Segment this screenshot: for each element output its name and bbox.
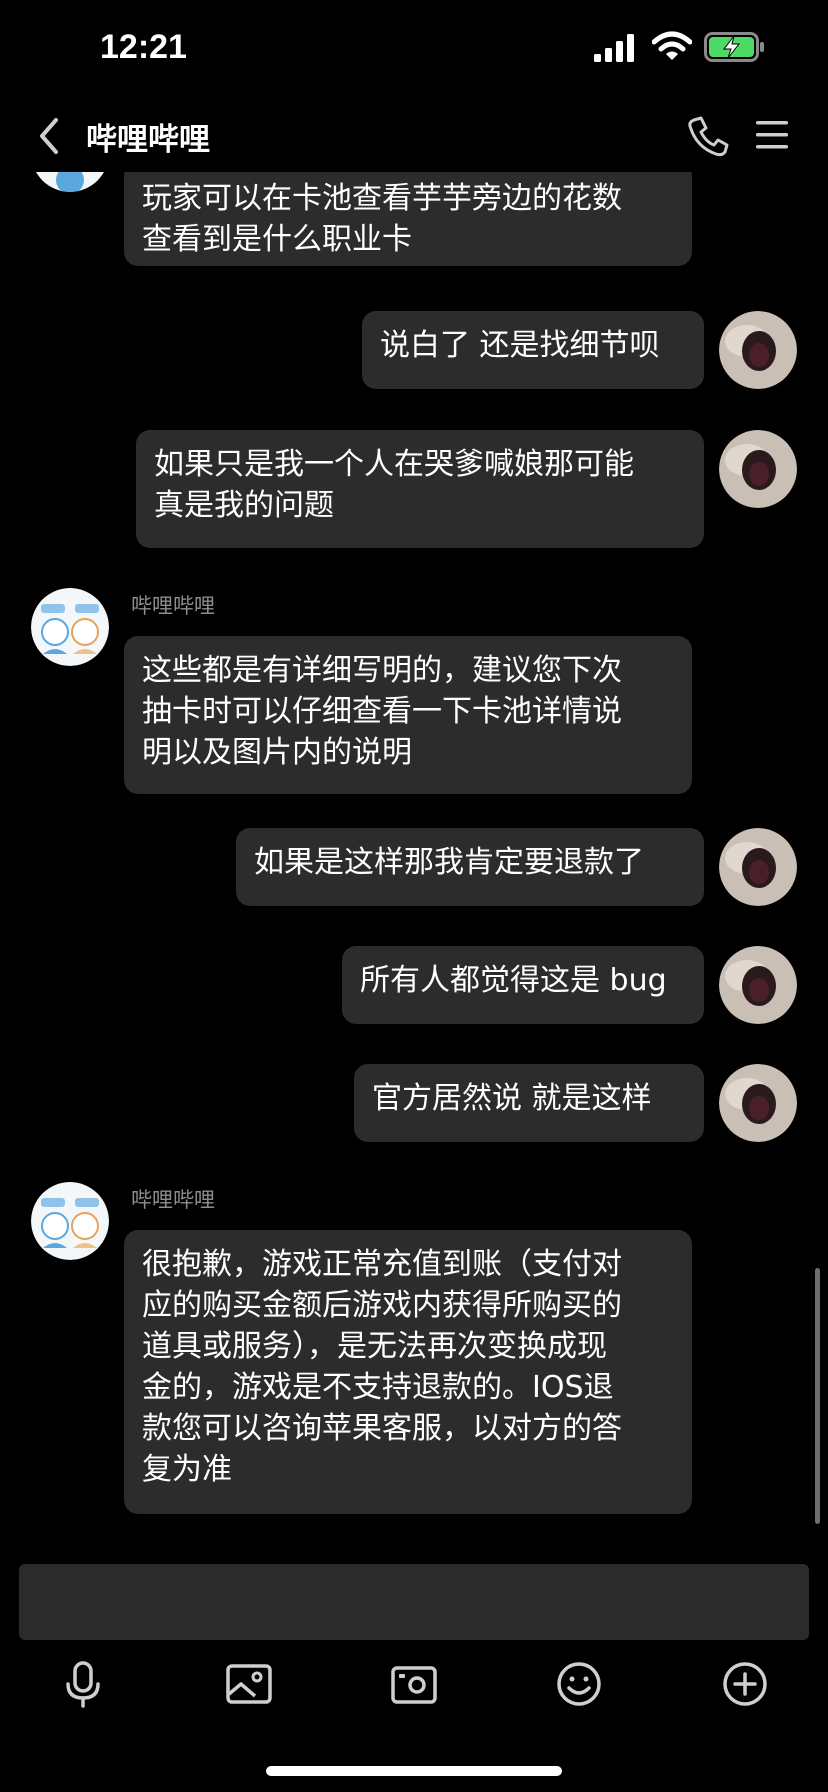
plus-icon[interactable] — [721, 1660, 769, 1708]
status-bar: 12:21 — [0, 0, 828, 100]
image-icon[interactable] — [225, 1660, 273, 1708]
chat-area[interactable]: 玩家可以在卡池查看芋芋旁边的花数 查看到是什么职业卡 说白了 还是找细节呗 如果… — [0, 172, 828, 1552]
camera-icon[interactable] — [390, 1660, 438, 1708]
chat-title: 哔哩哔哩 — [86, 122, 210, 158]
avatar-bilibili[interactable] — [31, 588, 109, 666]
avatar-user[interactable] — [719, 430, 797, 508]
message-bubble-sent[interactable]: 如果只是我一个人在哭爹喊娘那可能 真是我的问题 — [136, 430, 704, 548]
avatar-bilibili[interactable] — [31, 172, 109, 192]
microphone-icon[interactable] — [59, 1660, 107, 1708]
message-bubble-sent[interactable]: 如果是这样那我肯定要退款了 — [236, 828, 704, 906]
avatar-user[interactable] — [719, 1064, 797, 1142]
wifi-icon — [652, 31, 692, 60]
chat-toolbar — [0, 1650, 828, 1750]
chevron-left-icon[interactable] — [34, 116, 64, 156]
message-bubble-sent[interactable]: 官方居然说 就是这样 — [354, 1064, 704, 1142]
avatar-bilibili[interactable] — [31, 1182, 109, 1260]
message-bubble-received[interactable]: 玩家可以在卡池查看芋芋旁边的花数 查看到是什么职业卡 — [124, 172, 692, 266]
message-bubble-received[interactable]: 这些都是有详细写明的，建议您下次 抽卡时可以仔细查看一下卡池详情说 明以及图片内… — [124, 636, 692, 794]
emoji-icon[interactable] — [555, 1660, 603, 1708]
avatar-user[interactable] — [719, 946, 797, 1024]
avatar-user[interactable] — [719, 828, 797, 906]
battery-charging-icon — [704, 32, 764, 62]
sender-name: 哔哩哔哩 — [131, 1188, 215, 1212]
scroll-indicator[interactable] — [815, 1268, 820, 1524]
signal-icon — [594, 34, 634, 62]
status-time: 12:21 — [100, 28, 187, 66]
message-bubble-sent[interactable]: 所有人都觉得这是 bug — [342, 946, 704, 1024]
menu-icon[interactable] — [754, 118, 790, 152]
avatar-user[interactable] — [719, 311, 797, 389]
phone-icon[interactable] — [686, 114, 730, 158]
nav-bar: 哔哩哔哩 — [0, 100, 828, 172]
sender-name: 哔哩哔哩 — [131, 594, 215, 618]
message-input[interactable] — [19, 1564, 809, 1640]
home-indicator[interactable] — [266, 1766, 562, 1776]
message-bubble-received[interactable]: 很抱歉，游戏正常充值到账（支付对 应的购买金额后游戏内获得所购买的 道具或服务）… — [124, 1230, 692, 1514]
message-bubble-sent[interactable]: 说白了 还是找细节呗 — [362, 311, 704, 389]
